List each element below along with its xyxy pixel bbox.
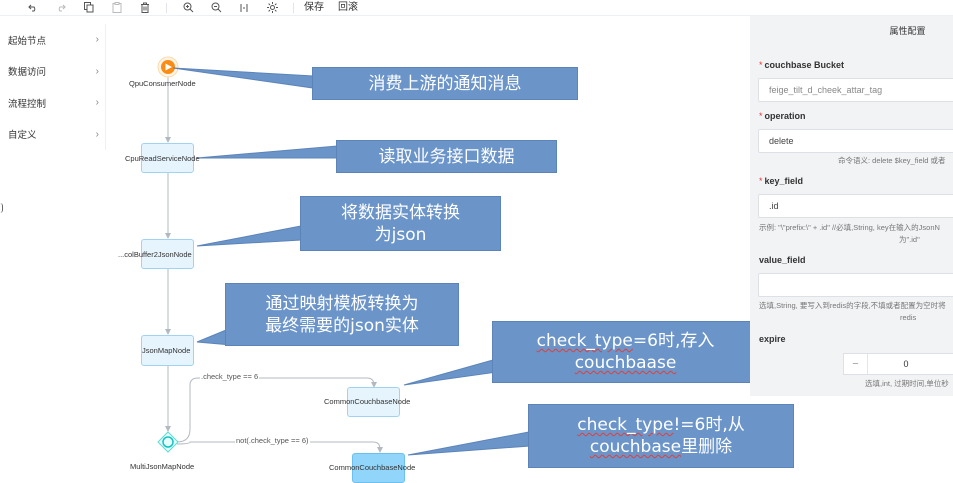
callout-convert-json: 将数据实体转换 为json: [300, 196, 501, 251]
callout-consume-notice: 消费上游的通知消息: [312, 67, 578, 100]
operation-hint: 命令语义: delete $key_field 或者: [838, 156, 946, 165]
callout-text-line1: check_type=6时,存入: [537, 330, 715, 352]
callout-keyword: couchbase: [589, 437, 682, 457]
callout-text-line2: couchbaase: [574, 353, 677, 373]
callout-pointer: [407, 431, 531, 456]
callout-text: 里删除: [681, 437, 733, 457]
operation-field[interactable]: delete: [758, 129, 953, 153]
required-mark: *: [759, 60, 763, 70]
callout-text-line2: 最终需要的json实体: [265, 315, 419, 336]
required-mark: *: [759, 111, 763, 121]
callout-pointer: [196, 225, 302, 247]
callout-text-line2: 为json: [374, 224, 427, 245]
callout-mapping-template: 通过映射模板转换为 最终需要的json实体: [225, 283, 459, 346]
callout-text: 消费上游的通知消息: [368, 73, 522, 94]
property-panel: 属性配置 * couchbase Bucket feige_tilt_d_chee…: [750, 16, 953, 396]
key-field-hint-2: 为".id": [899, 235, 920, 244]
callout-read-interface: 读取业务接口数据: [336, 140, 557, 173]
value-field-label: value_field: [759, 255, 806, 265]
callout-save-couchbase: check_type=6时,存入 couchbaase: [492, 321, 759, 383]
key-field-input[interactable]: .id: [758, 194, 953, 218]
expire-value[interactable]: 0: [868, 359, 944, 369]
flow-editor: 保存 回滚 起始节点 › 数据访问 › 流程控制 › 自定义 › QpuCons…: [0, 0, 953, 483]
callout-text-line1: 将数据实体转换: [341, 202, 460, 223]
callout-text: !=6时,从: [673, 415, 745, 435]
expire-label: expire: [759, 334, 786, 344]
operation-label: * operation: [759, 111, 806, 121]
panel-title: 属性配置: [889, 26, 926, 36]
callout-pointer: [196, 145, 338, 159]
required-mark: *: [759, 176, 763, 186]
expire-decrement-button[interactable]: −: [844, 354, 868, 374]
expire-hint: 选填,int, 过期时间,单位秒: [865, 379, 949, 388]
value-field-input[interactable]: [758, 273, 953, 297]
key-field-label: * key_field: [759, 176, 803, 186]
expire-stepper[interactable]: − 0: [843, 353, 953, 375]
bucket-select[interactable]: feige_tilt_d_cheek_attar_tag: [758, 78, 953, 102]
callout-pointer: [403, 359, 498, 386]
value-field-hint: 选填,String, 要写入到redis的字段,不填或者配置为空时将: [759, 301, 946, 310]
callout-keyword: check_type: [536, 331, 633, 351]
callout-delete-couchbase: check_type!=6时,从 couchbase里删除: [528, 404, 794, 468]
callout-text-line2: couchbase里删除: [590, 436, 732, 458]
callout-text: =6时,存入: [632, 331, 715, 351]
operation-label-text: operation: [764, 111, 806, 121]
callout-pointer: [172, 67, 314, 89]
bucket-label: * couchbase Bucket: [759, 60, 844, 70]
callout-text-line1: 通过映射模板转换为: [265, 293, 419, 314]
bucket-label-text: couchbase Bucket: [764, 60, 845, 70]
callout-keyword: check_type: [577, 415, 674, 435]
key-field-hint: 示例: "\"prefix:\" + .id" //必填,String, key…: [759, 223, 940, 232]
callout-text: 读取业务接口数据: [378, 146, 515, 167]
value-field-hint-2: redis: [900, 313, 917, 322]
callout-text-line1: check_type!=6时,从: [577, 414, 745, 436]
key-field-label-text: key_field: [764, 176, 804, 186]
